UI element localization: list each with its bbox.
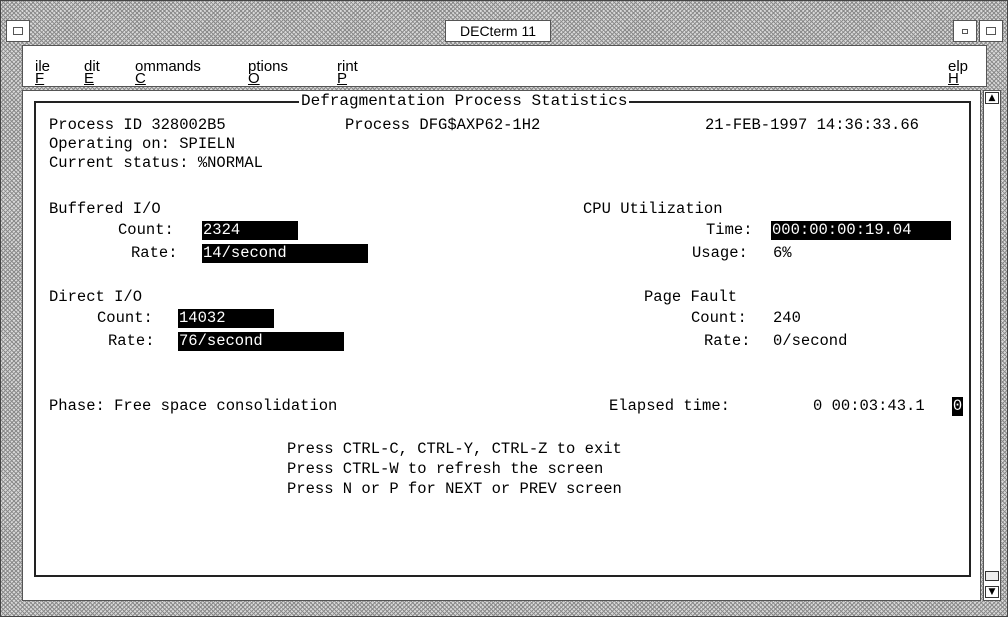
menu-print[interactable]: Print: [337, 58, 358, 87]
process-name: Process DFG$AXP62-1H2: [345, 116, 541, 134]
page-fault-rate-label: Rate:: [704, 332, 751, 350]
frame-title: Defragmentation Process Statistics: [299, 92, 630, 110]
page-fault-count-label: Count:: [691, 309, 747, 327]
page-fault-rate-value: 0/second: [773, 332, 848, 350]
buffered-io-rate-label: Rate:: [131, 244, 178, 262]
direct-io-count-label: Count:: [97, 309, 153, 327]
direct-io-rate-value: 76/second: [178, 332, 344, 351]
window-menu-icon: [13, 27, 23, 35]
menu-edit-mnemonic: E: [84, 70, 95, 87]
cpu-time-value: 000:00:00:19.04: [771, 221, 951, 240]
buffered-io-rate-value: 14/second: [202, 244, 368, 263]
page-fault-count-value: 240: [773, 309, 801, 327]
menu-print-mnemonic: P: [337, 70, 348, 87]
buffered-io-heading: Buffered I/O: [49, 200, 161, 218]
cpu-time-label: Time:: [706, 221, 753, 239]
window-menu-button[interactable]: [6, 20, 30, 42]
direct-io-heading: Direct I/O: [49, 288, 143, 306]
menu-edit[interactable]: Edit: [84, 58, 100, 87]
cpu-utilization-heading: CPU Utilization: [583, 200, 723, 218]
instruction-refresh: Press CTRL-W to refresh the screen: [287, 460, 604, 478]
operating-on: Operating on: SPIELN: [49, 135, 236, 153]
scroll-up-icon[interactable]: ▲: [985, 92, 999, 104]
menu-options[interactable]: Options: [248, 58, 288, 87]
current-status: Current status: %NORMAL: [49, 154, 263, 172]
menu-help-mnemonic: H: [948, 70, 959, 87]
direct-io-rate-label: Rate:: [108, 332, 155, 350]
menu-commands-mnemonic: C: [135, 70, 146, 87]
elapsed-time-label: Elapsed time:: [609, 397, 730, 415]
title-bar[interactable]: DECterm 11: [1, 1, 1007, 43]
text-cursor: 0: [952, 397, 963, 416]
menu-bar: File Edit Commands Options Print Help: [22, 45, 987, 87]
phase-status: Phase: Free space consolidation: [49, 397, 338, 415]
buffered-io-count-label: Count:: [118, 221, 174, 239]
menu-file[interactable]: File: [35, 58, 50, 87]
direct-io-count-value: 14032: [178, 309, 274, 328]
scroll-thumb[interactable]: [985, 571, 999, 581]
scroll-down-icon[interactable]: ▼: [985, 586, 999, 598]
maximize-button[interactable]: [979, 20, 1003, 42]
elapsed-time-value: 0 00:03:43.1: [813, 397, 925, 415]
instruction-exit: Press CTRL-C, CTRL-Y, CTRL-Z to exit: [287, 440, 622, 458]
maximize-icon: [986, 27, 996, 35]
instruction-navigate: Press N or P for NEXT or PREV screen: [287, 480, 622, 498]
menu-commands[interactable]: Commands: [135, 58, 201, 87]
window-title: DECterm 11: [445, 20, 551, 42]
minimize-button[interactable]: [953, 20, 977, 42]
minimize-icon: [962, 29, 968, 34]
menu-options-mnemonic: O: [248, 70, 260, 87]
cpu-usage-label: Usage:: [692, 244, 748, 262]
menu-file-mnemonic: F: [35, 70, 45, 87]
cpu-usage-value: 6%: [773, 244, 792, 262]
buffered-io-count-value: 2324: [202, 221, 298, 240]
page-fault-heading: Page Fault: [644, 288, 738, 306]
vertical-scrollbar[interactable]: ▲ ▼: [983, 90, 1001, 601]
decterm-window: DECterm 11 File Edit Commands Options Pr…: [0, 0, 1008, 617]
process-id: Process ID 328002B5: [49, 116, 226, 134]
timestamp: 21-FEB-1997 14:36:33.66: [705, 116, 919, 134]
menu-help[interactable]: Help: [948, 58, 968, 87]
